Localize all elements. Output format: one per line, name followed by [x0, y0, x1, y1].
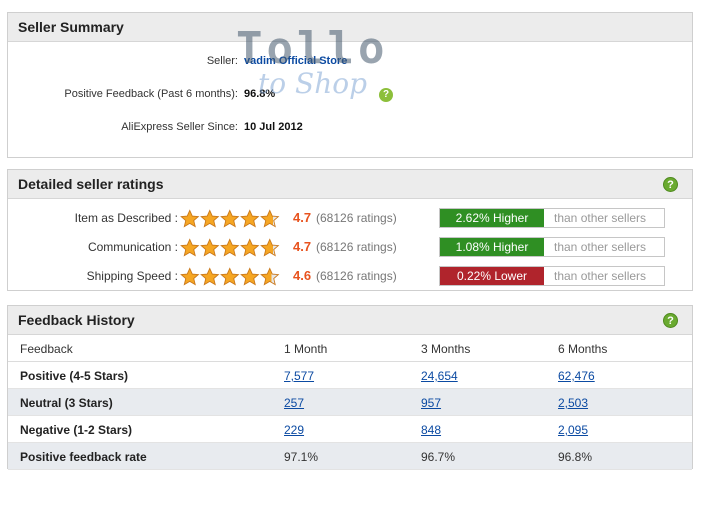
table-row-positive: Positive (4-5 Stars) 7,577 24,654 62,476: [8, 362, 692, 389]
comparison-text: than other sellers: [554, 269, 647, 283]
neutral-1-month-link[interactable]: 257: [284, 396, 304, 410]
comparison-text: than other sellers: [554, 211, 647, 225]
rating-row: Shipping Speed : 4.6 (68126 ratings) 0.22% …: [8, 266, 692, 288]
rating-label: Shipping Speed :: [86, 269, 178, 283]
row-label: Positive (4-5 Stars): [20, 369, 129, 383]
rate-6-months: 96.8%: [558, 450, 593, 464]
table-row-neutral: Neutral (3 Stars) 257 957 2,503: [8, 389, 692, 416]
rating-count: (68126 ratings): [316, 240, 397, 254]
star-icon: [220, 238, 240, 257]
star-icon: [200, 238, 220, 257]
row-label: Negative (1-2 Stars): [20, 423, 133, 437]
row-label: Positive feedback rate: [20, 450, 147, 464]
negative-1-month-link[interactable]: 229: [284, 423, 304, 437]
detailed-ratings-title: Detailed seller ratings: [18, 176, 164, 192]
star-icon: [240, 267, 260, 286]
star-rating: [180, 267, 280, 287]
star-icon: [260, 238, 280, 257]
comparison-text: than other sellers: [554, 240, 647, 254]
comparison-box: 1.08% Higher than other sellers: [439, 237, 665, 257]
neutral-3-months-link[interactable]: 957: [421, 396, 441, 410]
positive-feedback-label: Positive Feedback (Past 6 months):: [64, 88, 238, 100]
rating-label: Item as Described :: [74, 211, 178, 225]
seller-summary-panel: Seller Summary Seller: vadim Official St…: [7, 12, 693, 158]
seller-summary-title: Seller Summary: [18, 19, 124, 35]
positive-feedback-value: 96.8%: [244, 88, 276, 100]
rating-row: Communication : 4.7 (68126 ratings) 1.08% H…: [8, 237, 692, 259]
neutral-6-months-link[interactable]: 2,503: [558, 396, 588, 410]
rating-count: (68126 ratings): [316, 269, 397, 283]
help-icon[interactable]: ?: [663, 177, 678, 192]
star-icon: [240, 238, 260, 257]
rating-score: 4.7: [293, 210, 312, 225]
comparison-box: 2.62% Higher than other sellers: [439, 208, 665, 228]
comparison-badge: 1.08% Higher: [440, 238, 544, 256]
column-header-1-month: 1 Month: [284, 342, 328, 356]
seller-summary-header: Seller Summary: [8, 13, 692, 42]
star-rating: [180, 238, 280, 258]
column-header-3-months: 3 Months: [421, 342, 471, 356]
positive-6-months-link[interactable]: 62,476: [558, 369, 595, 383]
rate-3-months: 96.7%: [421, 450, 456, 464]
rating-score: 4.6: [293, 268, 312, 283]
rating-label: Communication :: [87, 240, 178, 254]
table-header-row: Feedback 1 Month 3 Months 6 Months: [8, 335, 692, 362]
star-icon: [220, 267, 240, 286]
feedback-history-panel: Feedback History ? Feedback 1 Month 3 Mo…: [7, 305, 693, 470]
feedback-history-header: Feedback History ?: [8, 306, 692, 335]
table-row-negative: Negative (1-2 Stars) 229 848 2,095: [8, 416, 692, 443]
comparison-badge: 0.22% Lower: [440, 267, 544, 285]
seller-label: Seller:: [206, 55, 238, 67]
positive-3-months-link[interactable]: 24,654: [421, 369, 458, 383]
rating-score: 4.7: [293, 239, 312, 254]
star-icon: [260, 267, 280, 286]
star-icon: [200, 209, 220, 228]
feedback-history-table: Feedback 1 Month 3 Months 6 Months Posit…: [8, 335, 692, 470]
star-icon: [260, 209, 280, 228]
row-label: Neutral (3 Stars): [20, 396, 113, 410]
seller-since-value: 10 Jul 2012: [244, 121, 303, 133]
star-icon: [240, 209, 260, 228]
seller-since-label: AliExpress Seller Since:: [121, 121, 238, 133]
detailed-ratings-header: Detailed seller ratings ?: [8, 170, 692, 199]
star-rating: [180, 209, 280, 229]
star-icon: [180, 209, 200, 228]
comparison-box: 0.22% Lower than other sellers: [439, 266, 665, 286]
rating-count: (68126 ratings): [316, 211, 397, 225]
rating-row: Item as Described : 4.7 (68126 ratings) 2.6…: [8, 208, 692, 230]
table-row-positive-rate: Positive feedback rate 97.1% 96.7% 96.8%: [8, 443, 692, 470]
negative-6-months-link[interactable]: 2,095: [558, 423, 588, 437]
rate-1-month: 97.1%: [284, 450, 319, 464]
positive-1-month-link[interactable]: 7,577: [284, 369, 314, 383]
detailed-ratings-panel: Detailed seller ratings ? Item as Descri…: [7, 169, 693, 291]
help-icon[interactable]: ?: [379, 88, 393, 102]
seller-store-link[interactable]: vadim Official Store: [244, 55, 347, 67]
column-header-6-months: 6 Months: [558, 342, 608, 356]
column-header-feedback: Feedback: [20, 342, 73, 356]
star-icon: [180, 238, 200, 257]
star-icon: [180, 267, 200, 286]
negative-3-months-link[interactable]: 848: [421, 423, 441, 437]
star-icon: [200, 267, 220, 286]
star-icon: [220, 209, 240, 228]
comparison-badge: 2.62% Higher: [440, 209, 544, 227]
help-icon[interactable]: ?: [663, 313, 678, 328]
feedback-history-title: Feedback History: [18, 312, 135, 328]
